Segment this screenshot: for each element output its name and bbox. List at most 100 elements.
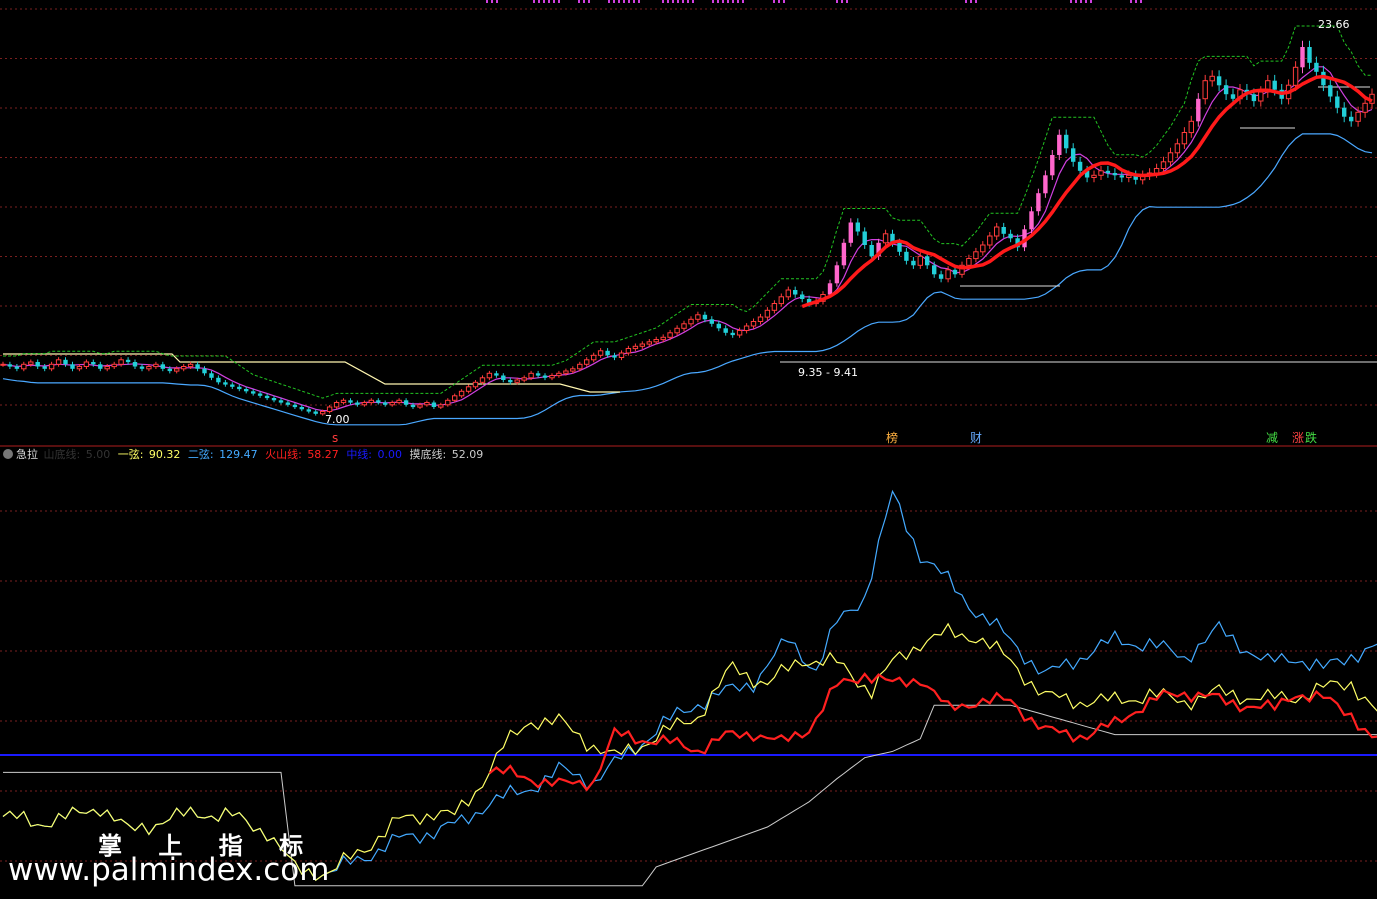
- top-mark: [1130, 0, 1132, 3]
- candle-body: [438, 404, 444, 408]
- candle-body: [1071, 148, 1076, 162]
- top-mark: [742, 0, 744, 3]
- candle-body: [521, 377, 527, 381]
- candle-body: [396, 399, 402, 404]
- candle-body: [1292, 66, 1299, 86]
- legend-huoshan: 火山线: 58.27: [265, 448, 339, 461]
- sub-grid: [0, 510, 1377, 862]
- candle-body: [793, 290, 798, 295]
- candle-body: [508, 380, 513, 383]
- top-mark: [491, 0, 493, 3]
- candle-body: [723, 328, 728, 333]
- candle-body: [403, 400, 409, 405]
- candle-body: [716, 323, 721, 329]
- collapse-icon[interactable]: [3, 449, 13, 459]
- legend-modi: 摸底线: 52.09: [409, 448, 484, 461]
- candle-body: [966, 258, 972, 266]
- upper-band-line: [3, 25, 1372, 399]
- top-mark: [737, 0, 739, 3]
- candle-body: [28, 361, 34, 365]
- candle-body: [389, 402, 395, 406]
- candle-body: [674, 327, 680, 334]
- candle-body: [709, 319, 714, 324]
- candle-body: [1209, 75, 1215, 82]
- top-mark: [623, 0, 625, 3]
- legend-erxian: 二弦: 129.47: [187, 448, 258, 461]
- candle-body: [653, 339, 659, 343]
- top-mark: [677, 0, 679, 3]
- candle-body: [994, 226, 1000, 237]
- candle-body: [1174, 143, 1181, 154]
- candle-body: [125, 359, 131, 363]
- top-mark: [727, 0, 729, 3]
- candle-body: [146, 366, 152, 370]
- top-mark: [578, 0, 580, 3]
- candle-body: [1126, 174, 1132, 179]
- candle-body: [1160, 161, 1167, 170]
- indicator-name[interactable]: 急拉: [16, 448, 38, 461]
- candle-body: [98, 364, 103, 369]
- candle-body: [383, 402, 388, 405]
- candle-body: [424, 402, 430, 406]
- top-mark: [662, 0, 664, 3]
- candle-body: [55, 359, 62, 365]
- candle-body: [257, 393, 263, 396]
- signal-die: 跌: [1305, 430, 1317, 445]
- candle-body: [153, 363, 159, 368]
- candle-body: [91, 362, 96, 365]
- candle-body: [271, 398, 277, 401]
- top-mark: [846, 0, 848, 3]
- candle-body: [118, 359, 124, 365]
- candle-body: [251, 391, 256, 394]
- top-mark: [588, 0, 590, 3]
- top-mark: [583, 0, 585, 3]
- candle-body: [132, 362, 138, 367]
- top-mark: [1085, 0, 1087, 3]
- candle-body: [139, 366, 145, 369]
- candle-body: [465, 386, 472, 392]
- candle-body: [1036, 193, 1041, 212]
- candle-body: [945, 269, 951, 280]
- resistance-path: [3, 353, 620, 393]
- candle-body: [237, 386, 242, 390]
- candle-body: [494, 373, 499, 376]
- signal-labels: s 榜 财 减 涨 跌: [332, 430, 1317, 445]
- candle-body: [1105, 170, 1111, 174]
- signal-jian: 减: [1266, 431, 1278, 445]
- candle-body: [757, 316, 764, 322]
- candle-body: [632, 345, 639, 350]
- top-mark: [778, 0, 780, 3]
- candle-body: [361, 402, 368, 406]
- candle-body: [688, 318, 694, 325]
- candle-body: [209, 373, 214, 378]
- candle-body: [278, 400, 284, 403]
- top-mark: [613, 0, 615, 3]
- top-mark: [672, 0, 674, 3]
- candle-body: [1230, 94, 1236, 99]
- range-label: 9.35 - 9.41: [798, 366, 858, 379]
- candle-body: [855, 222, 860, 232]
- candle-body: [1091, 174, 1097, 179]
- candle-body: [1342, 107, 1347, 117]
- candle-body: [195, 364, 200, 369]
- candle-body: [869, 245, 874, 257]
- candle-body: [340, 399, 347, 404]
- top-mark: [548, 0, 550, 3]
- candle-body: [542, 375, 548, 378]
- candles[interactable]: [0, 40, 1375, 416]
- candle-body: [1167, 152, 1174, 163]
- candle-body: [174, 368, 180, 372]
- candle-body: [827, 283, 833, 295]
- candle-body: [1050, 155, 1055, 176]
- candle-body: [244, 389, 249, 392]
- candle-body: [764, 309, 771, 318]
- candle-body: [556, 372, 562, 377]
- candle-body: [431, 402, 437, 407]
- candle-body: [76, 366, 83, 370]
- top-mark: [1080, 0, 1082, 3]
- signal-cai: 财: [970, 431, 982, 445]
- candle-body: [834, 265, 840, 284]
- indicator-legend: 急拉 山底线: 5.00 一弦: 90.32 二弦: 129.47 火山线: 5…: [0, 446, 1377, 464]
- erxian-line: [2, 489, 1377, 882]
- candle-body: [785, 289, 791, 298]
